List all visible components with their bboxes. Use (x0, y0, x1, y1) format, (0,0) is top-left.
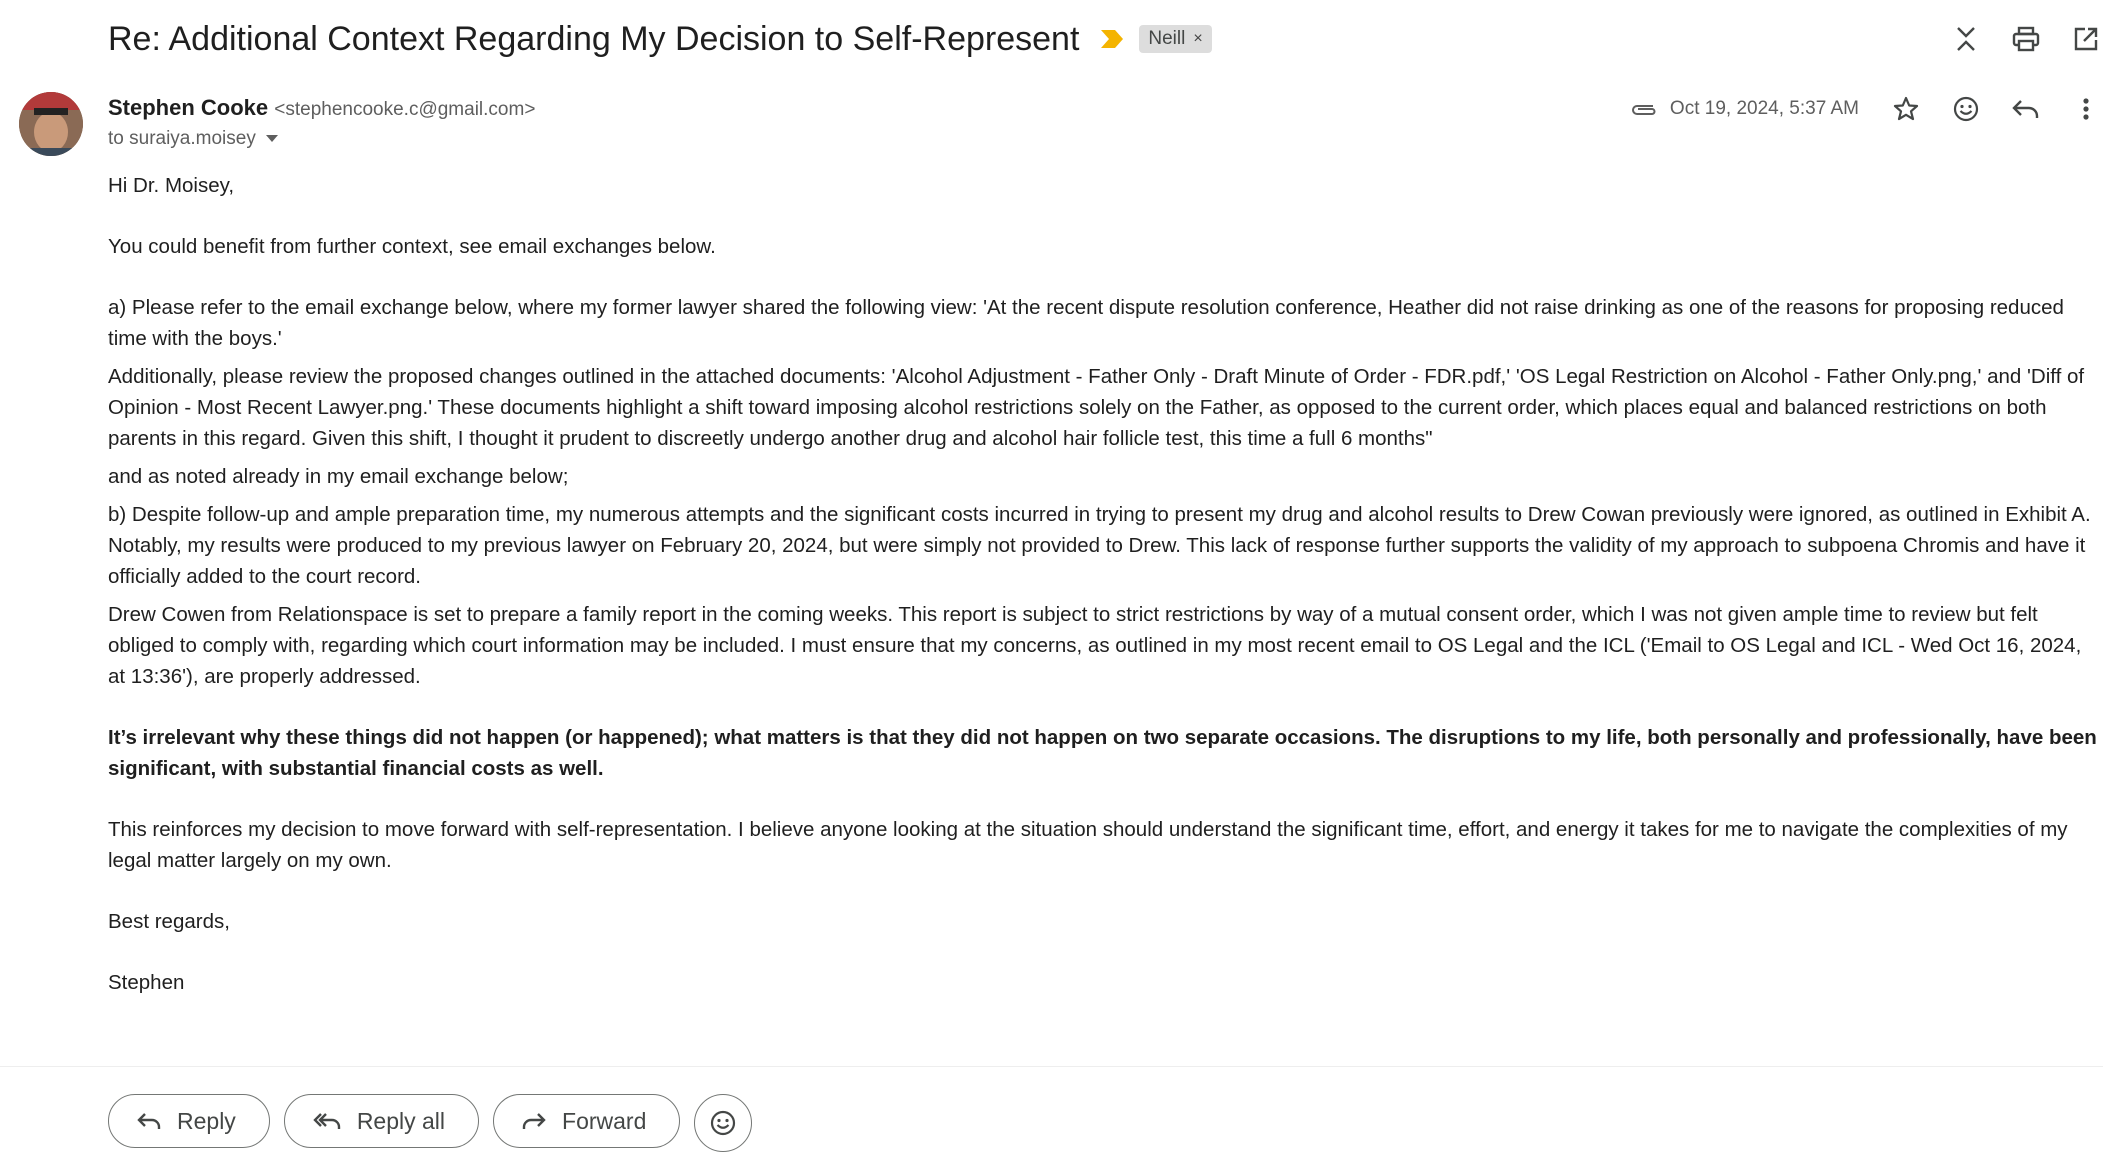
greeting: Hi Dr. Moisey, (108, 174, 235, 197)
divider (0, 1066, 2103, 1067)
body-paragraph: a) Please refer to the email exchange be… (108, 296, 2064, 350)
message-body: Hi Dr. Moisey, You could benefit from fu… (108, 170, 2098, 998)
email-subject: Re: Additional Context Regarding My Deci… (108, 19, 1080, 58)
print-icon[interactable] (2009, 22, 2043, 56)
collapse-icon[interactable] (1949, 22, 1983, 56)
sender-name[interactable]: Stephen Cooke (108, 95, 268, 120)
reply-all-icon (313, 1113, 341, 1129)
sender-email: <stephencooke.c@gmail.com> (274, 99, 536, 120)
body-paragraph: You could benefit from further context, … (108, 235, 716, 258)
subject-row: Re: Additional Context Regarding My Deci… (108, 14, 1212, 64)
body-paragraph: and as noted already in my email exchang… (108, 465, 569, 488)
star-icon[interactable] (1889, 92, 1923, 126)
more-vert-icon[interactable] (2069, 92, 2103, 126)
body-paragraph: Additionally, please review the proposed… (108, 365, 2085, 450)
reply-actions: Reply Reply all Forward (108, 1094, 753, 1152)
forward-button[interactable]: Forward (493, 1094, 681, 1148)
reply-all-button-label: Reply all (356, 1107, 446, 1134)
signature: Stephen (108, 971, 185, 994)
reply-button-label: Reply (177, 1107, 236, 1134)
sender-avatar[interactable] (19, 92, 83, 156)
message-actions (1889, 92, 2103, 126)
reply-icon[interactable] (2009, 92, 2043, 126)
emoji-icon (711, 1110, 736, 1136)
label-chip[interactable]: Neill × (1139, 25, 1212, 53)
recipient-details-dropdown-icon[interactable] (265, 135, 278, 143)
remove-label-icon[interactable]: × (1193, 30, 1202, 48)
message-date: Oct 19, 2024, 5:37 AM (1669, 98, 1859, 119)
body-paragraph: This reinforces my decision to move forw… (108, 818, 2068, 872)
importance-marker-icon[interactable] (1101, 30, 1125, 48)
message-meta: Oct 19, 2024, 5:37 AM (1630, 92, 2103, 126)
top-actions (1949, 22, 2103, 56)
emoji-reaction-button[interactable] (694, 1094, 753, 1152)
open-new-window-icon[interactable] (2069, 22, 2103, 56)
reply-icon (137, 1113, 161, 1129)
reply-all-button[interactable]: Reply all (283, 1094, 480, 1148)
label-chip-text: Neill (1148, 28, 1186, 49)
recipient-text: to suraiya.moisey (108, 128, 256, 149)
add-reaction-icon[interactable] (1949, 92, 1983, 126)
body-paragraph: b) Despite follow-up and ample preparati… (108, 503, 2091, 588)
closing: Best regards, (108, 910, 230, 933)
recipient-line[interactable]: to suraiya.moisey (108, 128, 278, 150)
reply-button[interactable]: Reply (108, 1094, 270, 1148)
forward-button-label: Forward (562, 1107, 647, 1134)
body-paragraph: Drew Cowen from Relationspace is set to … (108, 603, 2082, 688)
attachment-icon (1631, 105, 1656, 115)
sender-line: Stephen Cooke <stephencooke.c@gmail.com> (108, 95, 535, 121)
forward-icon (522, 1113, 546, 1129)
bold-paragraph: It’s irrelevant why these things did not… (108, 726, 2097, 780)
